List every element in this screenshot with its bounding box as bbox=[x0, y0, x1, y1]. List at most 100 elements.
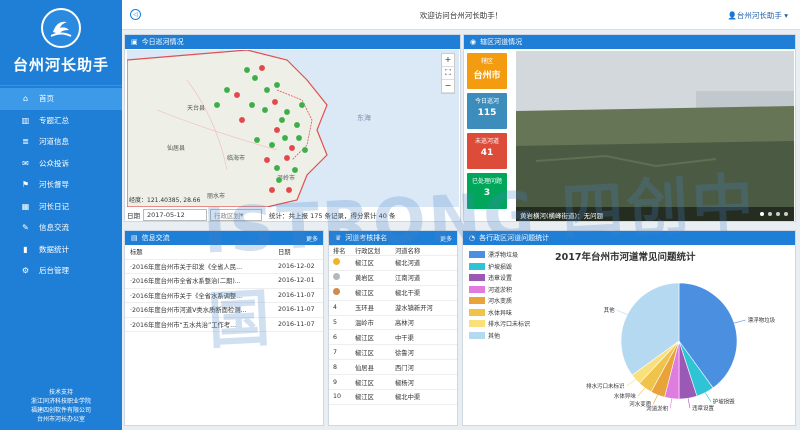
sidebar-item-label: 河长督导 bbox=[39, 180, 69, 190]
river-marker[interactable] bbox=[285, 186, 293, 194]
river-marker[interactable] bbox=[288, 144, 296, 152]
river-marker[interactable] bbox=[275, 176, 283, 184]
table-row[interactable]: ·2016年度台州市河道V类水质断面检测... 2016-11-07 bbox=[125, 303, 323, 318]
river-marker[interactable] bbox=[271, 98, 279, 106]
river-marker[interactable] bbox=[251, 74, 259, 82]
sidebar-item[interactable]: ⌂ 首页 bbox=[0, 88, 122, 110]
list-icon: ≣ bbox=[22, 137, 29, 147]
legend-item[interactable]: 水体异味 bbox=[465, 307, 530, 319]
river-marker[interactable] bbox=[298, 101, 306, 109]
legend-item[interactable]: 护坡损毁 bbox=[465, 261, 530, 273]
river-marker[interactable] bbox=[281, 134, 289, 142]
region-cell: 黄岩区 bbox=[355, 275, 374, 283]
river-marker[interactable] bbox=[261, 106, 269, 114]
river-marker[interactable] bbox=[295, 134, 303, 142]
river-marker[interactable] bbox=[213, 101, 221, 109]
user-icon: 👤 bbox=[727, 11, 737, 20]
region-cell: 椒江区 bbox=[355, 334, 374, 342]
camera-icon: ◉ bbox=[470, 38, 477, 46]
carousel-dot[interactable] bbox=[776, 212, 780, 216]
map-canvas[interactable]: 天台县 临海市 仙居县 温岭市 丽水市 东海 bbox=[127, 50, 459, 207]
table-row[interactable]: ·2016年度台州市“五水共治”工作考... 2016-11-07 bbox=[125, 318, 323, 332]
table-row[interactable]: ·2016年度台州市全省水系整治(二期)... 2016-12-01 bbox=[125, 274, 323, 289]
river-marker[interactable] bbox=[263, 86, 271, 94]
sidebar-item[interactable]: ▥ 专题汇总 bbox=[0, 110, 122, 132]
rank-cell: 5 bbox=[333, 319, 355, 326]
legend-item[interactable]: 漂浮物垃圾 bbox=[465, 249, 530, 261]
river-stat-button[interactable]: 辖区 台州市 bbox=[467, 53, 507, 89]
table-row[interactable]: 8 仙居县 西门河 bbox=[329, 360, 457, 376]
table-row[interactable]: 7 椒江区 徐鲁河 bbox=[329, 345, 457, 361]
river-marker[interactable] bbox=[273, 126, 281, 134]
legend-item[interactable]: 违章设置 bbox=[465, 272, 530, 284]
river-marker[interactable] bbox=[293, 121, 301, 129]
news-title[interactable]: ·2016年度台州市关于《全省水系调整... bbox=[130, 291, 278, 300]
carousel-dot[interactable] bbox=[768, 212, 772, 216]
river-marker[interactable] bbox=[233, 91, 241, 99]
table-row[interactable]: 4 玉环县 漩水镇新开河 bbox=[329, 301, 457, 316]
news-title[interactable]: ·2016年度台州市河道V类水质断面检测... bbox=[130, 305, 278, 314]
rank-cell bbox=[333, 273, 355, 282]
river-marker[interactable] bbox=[253, 136, 261, 144]
book-icon: ▥ bbox=[21, 115, 30, 125]
river-marker[interactable] bbox=[238, 116, 246, 124]
river-photo[interactable]: 黄岩横河(横峰街道)：无问题 bbox=[516, 51, 794, 221]
river-marker[interactable] bbox=[268, 186, 276, 194]
news-title[interactable]: ·2016年度台州市“五水共治”工作考... bbox=[130, 320, 278, 329]
panel-header: ◉ 辖区河道情况 bbox=[464, 35, 795, 49]
legend-item[interactable]: 河道淤积 bbox=[465, 284, 530, 296]
river-marker[interactable] bbox=[268, 141, 276, 149]
river-marker[interactable] bbox=[283, 154, 291, 162]
river-marker[interactable] bbox=[278, 116, 286, 124]
zoom-out-button[interactable]: − bbox=[442, 80, 454, 93]
zoom-in-button[interactable]: + bbox=[442, 54, 454, 67]
app-logo-icon bbox=[41, 8, 81, 48]
river-map[interactable]: 天台县 临海市 仙居县 温岭市 丽水市 东海 + ⛶ − 经度：121.4038… bbox=[127, 50, 459, 207]
sidebar-item[interactable]: ⚑ 河长督导 bbox=[0, 174, 122, 196]
river-marker[interactable] bbox=[301, 146, 309, 154]
table-row[interactable]: 椒江区 椒北河道 bbox=[329, 256, 457, 271]
river-marker[interactable] bbox=[283, 108, 291, 116]
news-title[interactable]: ·2016年度台州市全省水系整治(二期)... bbox=[130, 276, 278, 285]
date-input[interactable]: 2017-05-12 bbox=[143, 209, 207, 221]
table-row[interactable]: 6 椒江区 中干渠 bbox=[329, 330, 457, 346]
river-marker[interactable] bbox=[223, 86, 231, 94]
table-row[interactable]: ·2016年度台州市关于《全省水系调整... 2016-11-07 bbox=[125, 289, 323, 303]
table-row[interactable]: 9 椒江区 椒杨河 bbox=[329, 375, 457, 391]
sidebar-item[interactable]: ≣ 河道信息 bbox=[0, 131, 122, 153]
user-menu[interactable]: 👤台州河长助手 ▾ bbox=[728, 10, 789, 21]
river-marker[interactable] bbox=[291, 166, 299, 174]
sidebar-item[interactable]: ✎ 信息交流 bbox=[0, 217, 122, 239]
table-row[interactable]: 5 温岭市 高林河 bbox=[329, 316, 457, 331]
river-marker[interactable] bbox=[243, 66, 251, 74]
more-link[interactable]: 更多 bbox=[306, 234, 318, 243]
river-marker[interactable] bbox=[258, 64, 266, 72]
river-marker[interactable] bbox=[263, 156, 271, 164]
carousel-dot[interactable] bbox=[760, 212, 764, 216]
river-stat-button[interactable]: 已处理问题 3 bbox=[467, 173, 507, 209]
legend-item[interactable]: 河水变质 bbox=[465, 295, 530, 307]
river-marker[interactable] bbox=[248, 101, 256, 109]
sidebar-item[interactable]: ▦ 河长日记 bbox=[0, 196, 122, 218]
river-stat-button[interactable]: 今日巡河 115 bbox=[467, 93, 507, 129]
sidebar-item[interactable]: ⚙ 后台管理 bbox=[0, 260, 122, 282]
rank-number: 4 bbox=[333, 304, 338, 312]
river-marker[interactable] bbox=[273, 81, 281, 89]
table-row[interactable]: 10 椒江区 椒北中渠 bbox=[329, 390, 457, 405]
sidebar-item[interactable]: ✉ 公众投诉 bbox=[0, 153, 122, 175]
date-value: 2017-05-12 bbox=[147, 211, 185, 219]
carousel-dot[interactable] bbox=[784, 212, 788, 216]
news-title[interactable]: ·2016年度台州市关于印发《全省人民... bbox=[130, 262, 278, 271]
table-row[interactable]: 黄岩区 江南河道 bbox=[329, 271, 457, 286]
river-marker[interactable] bbox=[273, 164, 281, 172]
sidebar-item[interactable]: ▮ 数据统计 bbox=[0, 239, 122, 261]
fullscreen-button[interactable]: ⛶ bbox=[442, 67, 454, 80]
more-link[interactable]: 更多 bbox=[440, 234, 452, 243]
panel-title: 今日巡河情况 bbox=[141, 38, 184, 46]
table-row[interactable]: 椒江区 椒北干渠 bbox=[329, 286, 457, 301]
legend-item[interactable]: 其他 bbox=[465, 330, 530, 342]
table-row[interactable]: ·2016年度台州市关于印发《全省人民... 2016-12-02 bbox=[125, 260, 323, 274]
region-select[interactable]: 行政区划 ▾ bbox=[210, 209, 262, 221]
river-stat-button[interactable]: 未巡河道 41 bbox=[467, 133, 507, 169]
legend-item[interactable]: 排水污口未标识 bbox=[465, 318, 530, 330]
